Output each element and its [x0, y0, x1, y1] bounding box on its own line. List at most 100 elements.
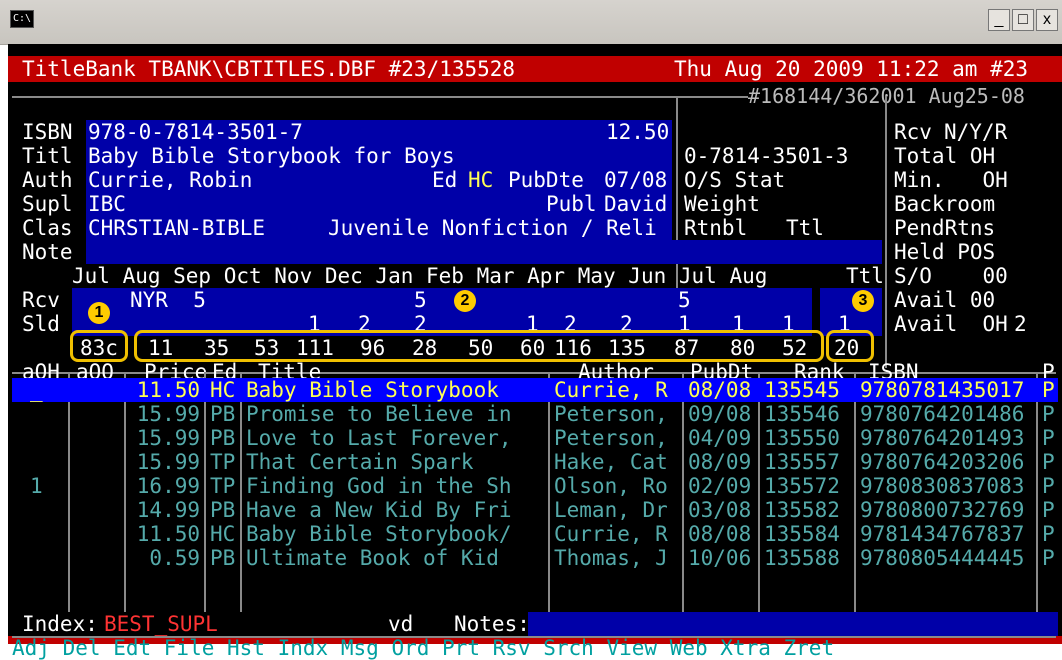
col-sep: [758, 372, 760, 612]
maximize-button[interactable]: □: [1012, 9, 1034, 31]
pubdte-label: PubDte: [508, 168, 584, 192]
header-right: Thu Aug 20 2009 11:22 am #23: [674, 57, 1029, 81]
table-cell-title: That Certain Spark: [246, 450, 474, 474]
isbn10-value: 0-7814-3501-3: [684, 144, 849, 168]
vd-label: vd: [388, 612, 414, 636]
clas-value: CHRSTIAN-BIBLE: [88, 216, 266, 240]
close-button[interactable]: x: [1036, 9, 1058, 31]
menu-item-adj[interactable]: Adj: [12, 636, 50, 660]
table-cell-rank: 135557: [764, 450, 840, 474]
table-cell-author: Peterson,: [554, 402, 668, 426]
table-cell-p: P: [1042, 402, 1055, 426]
table-cell-price: 11.50: [136, 522, 200, 546]
rcv-row-label: Rcv: [22, 288, 60, 312]
table-cell-author: Leman, Dr: [554, 498, 668, 522]
table-cell-ed: PB: [210, 426, 236, 450]
table-cell-title: Baby Bible Storybook/: [246, 522, 512, 546]
header-left: TitleBank TBANK\CBTITLES.DBF #23/135528: [22, 57, 516, 81]
table-cell-ed: HC: [210, 378, 236, 402]
table-cell-rank: 135546: [764, 402, 840, 426]
table-cell-p: P: [1042, 522, 1055, 546]
auth-label: Auth: [22, 168, 73, 192]
menu-item-rsv[interactable]: Rsv: [493, 636, 531, 660]
table-cell-isbn: 9780764201493: [860, 426, 1025, 450]
held-pos: Held POS: [894, 240, 996, 264]
publ-label: Publ: [546, 192, 597, 216]
menu-item-msg[interactable]: Msg: [341, 636, 379, 660]
avail-oh: Avail OH: [894, 312, 1008, 336]
supl-value: IBC: [88, 192, 126, 216]
months-ttl: Ttl: [846, 264, 884, 288]
table-cell-isbn: 9780805444445: [860, 546, 1025, 570]
notes-input[interactable]: [528, 612, 1058, 636]
table-cell-isbn: 9780800732769: [860, 498, 1025, 522]
badge-three: 3: [852, 290, 874, 312]
menu-item-srch[interactable]: Srch: [543, 636, 594, 660]
table-cell-price: 15.99: [136, 402, 200, 426]
command-menu: Adj Del Edt File Hst Indx Msg Ord Prt Rs…: [12, 636, 834, 660]
menu-item-ord[interactable]: Ord: [391, 636, 429, 660]
table-cell-price: 11.50: [136, 378, 200, 402]
months-header: Jul Aug Sep Oct Nov Dec Jan Feb Mar Apr …: [72, 264, 768, 288]
table-cell-isbn: 9780781435017: [860, 378, 1025, 402]
os-stat-label: O/S Stat: [684, 168, 786, 192]
so-value: S/O 00: [894, 264, 1008, 288]
console-app-icon[interactable]: C:\: [10, 10, 34, 28]
annotation-box-2: [134, 330, 824, 362]
menu-item-web[interactable]: Web: [670, 636, 708, 660]
divider-2: [885, 96, 887, 368]
menu-item-indx[interactable]: Indx: [278, 636, 329, 660]
note-field[interactable]: [86, 240, 882, 264]
table-cell-p: P: [1042, 546, 1055, 570]
titl-label: Titl: [22, 144, 73, 168]
col-sep: [854, 372, 856, 612]
table-cell-price: 15.99: [136, 450, 200, 474]
menu-item-zret[interactable]: Zret: [784, 636, 835, 660]
table-cell-p: P: [1042, 498, 1055, 522]
table-cell-price: 16.99: [136, 474, 200, 498]
table-cell-isbn: 9780764203206: [860, 450, 1025, 474]
rtnbl-label: Rtnbl: [684, 216, 748, 240]
table-cell-isbn: 9780764201486: [860, 402, 1025, 426]
supl-label: Supl: [22, 192, 73, 216]
table-cell-rank: 135545: [764, 378, 840, 402]
table-cell-rank: 135582: [764, 498, 840, 522]
menu-item-prt[interactable]: Prt: [442, 636, 480, 660]
col-sep: [240, 372, 242, 612]
col-sep: [682, 372, 684, 612]
menu-item-xtra[interactable]: Xtra: [720, 636, 771, 660]
table-cell-title: Baby Bible Storybook: [246, 378, 499, 402]
table-cell-author: Currie, R: [554, 522, 668, 546]
table-cell-pubdt: 09/08: [688, 402, 752, 426]
table-cell-pubdt: 02/09: [688, 474, 752, 498]
annotation-box-1: [70, 330, 128, 362]
table-cell-rank: 135550: [764, 426, 840, 450]
table-cell-ed: PB: [210, 402, 236, 426]
table-cell-pubdt: 10/06: [688, 546, 752, 570]
ttl-label: Ttl: [786, 216, 824, 240]
menu-item-hst[interactable]: Hst: [227, 636, 265, 660]
price-value: 12.50: [606, 120, 670, 144]
table-cell-pubdt: 08/09: [688, 450, 752, 474]
index-value[interactable]: BEST_SUPL: [104, 612, 218, 636]
table-cell-p: P: [1042, 426, 1055, 450]
table-cell-pubdt: 08/08: [688, 378, 752, 402]
table-cell-title: Have a New Kid By Fri: [246, 498, 512, 522]
menu-item-edt[interactable]: Edt: [113, 636, 151, 660]
table-cell-title: Promise to Believe in: [246, 402, 512, 426]
total-oh: Total OH: [894, 144, 996, 168]
menu-item-del[interactable]: Del: [63, 636, 101, 660]
menu-item-file[interactable]: File: [164, 636, 215, 660]
table-cell-ed: HC: [210, 522, 236, 546]
minimize-button[interactable]: _: [988, 9, 1010, 31]
badge-two: 2: [454, 290, 476, 312]
menu-item-view[interactable]: View: [606, 636, 657, 660]
table-cell-author: Thomas, J: [554, 546, 668, 570]
console-screen[interactable]: TitleBank TBANK\CBTITLES.DBF #23/135528 …: [8, 44, 1062, 660]
window-titlebar: C:\ _ □ x: [0, 0, 1062, 45]
index-label: Index:: [22, 612, 98, 636]
ed-label: Ed: [432, 168, 458, 192]
table-cell-isbn: 9781434767837: [860, 522, 1025, 546]
col-sep: [548, 372, 550, 612]
table-cell-rank: 135584: [764, 522, 840, 546]
